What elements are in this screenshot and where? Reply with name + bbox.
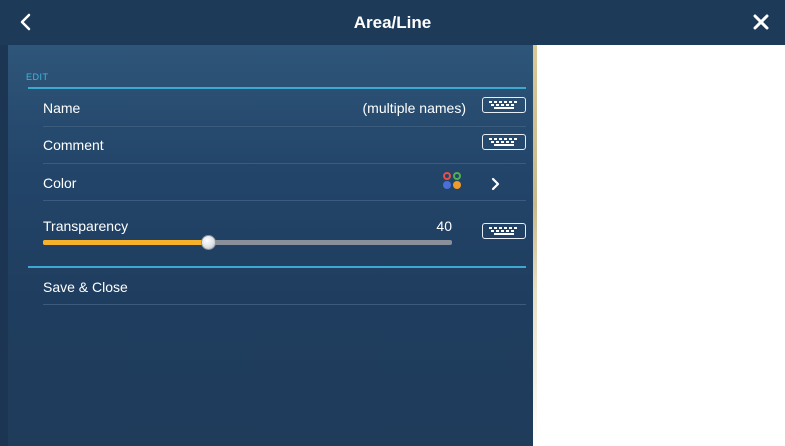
save-close-button[interactable]: Save & Close [43, 279, 526, 299]
title-bar: Area/Line [0, 0, 785, 45]
section-divider [28, 266, 526, 268]
keyboard-icon [489, 227, 517, 235]
transparency-keyboard-button[interactable] [482, 223, 526, 239]
back-button[interactable] [8, 6, 44, 38]
row-transparency: Transparency 40 [43, 218, 526, 239]
name-keyboard-button[interactable] [482, 97, 526, 113]
chevron-left-icon [20, 13, 31, 31]
section-divider [28, 87, 526, 89]
row-color[interactable]: Color [43, 172, 526, 195]
transparency-label: Transparency [43, 218, 129, 234]
close-button[interactable] [743, 6, 779, 38]
keyboard-icon [489, 101, 517, 109]
transparency-slider-thumb[interactable] [201, 235, 216, 250]
comment-label: Comment [43, 137, 104, 153]
map-background-strip [533, 45, 537, 446]
close-icon [753, 14, 769, 30]
row-divider [43, 304, 526, 305]
color-label: Color [43, 175, 77, 191]
transparency-slider-track[interactable] [43, 240, 452, 245]
color-dot-red [443, 172, 451, 180]
color-dot-green [453, 172, 461, 180]
row-name[interactable]: Name (multiple names) [43, 97, 526, 120]
name-value: (multiple names) [362, 100, 466, 116]
color-dot-orange [453, 181, 461, 189]
color-dot-blue [443, 181, 451, 189]
page-title: Area/Line [353, 13, 432, 32]
section-label-edit: EDIT [26, 72, 49, 82]
comment-keyboard-button[interactable] [482, 134, 526, 150]
name-label: Name [43, 100, 81, 116]
transparency-value: 40 [436, 218, 452, 234]
row-comment[interactable]: Comment [43, 134, 526, 157]
row-divider [43, 163, 526, 164]
row-divider [43, 126, 526, 127]
chevron-right-icon [491, 177, 500, 191]
keyboard-icon [489, 138, 517, 146]
row-divider [43, 200, 526, 201]
save-close-label: Save & Close [43, 279, 128, 295]
color-palette-icon [443, 172, 463, 192]
left-edge [0, 45, 8, 446]
color-chevron-button[interactable] [486, 174, 506, 194]
transparency-slider-fill [43, 240, 207, 245]
